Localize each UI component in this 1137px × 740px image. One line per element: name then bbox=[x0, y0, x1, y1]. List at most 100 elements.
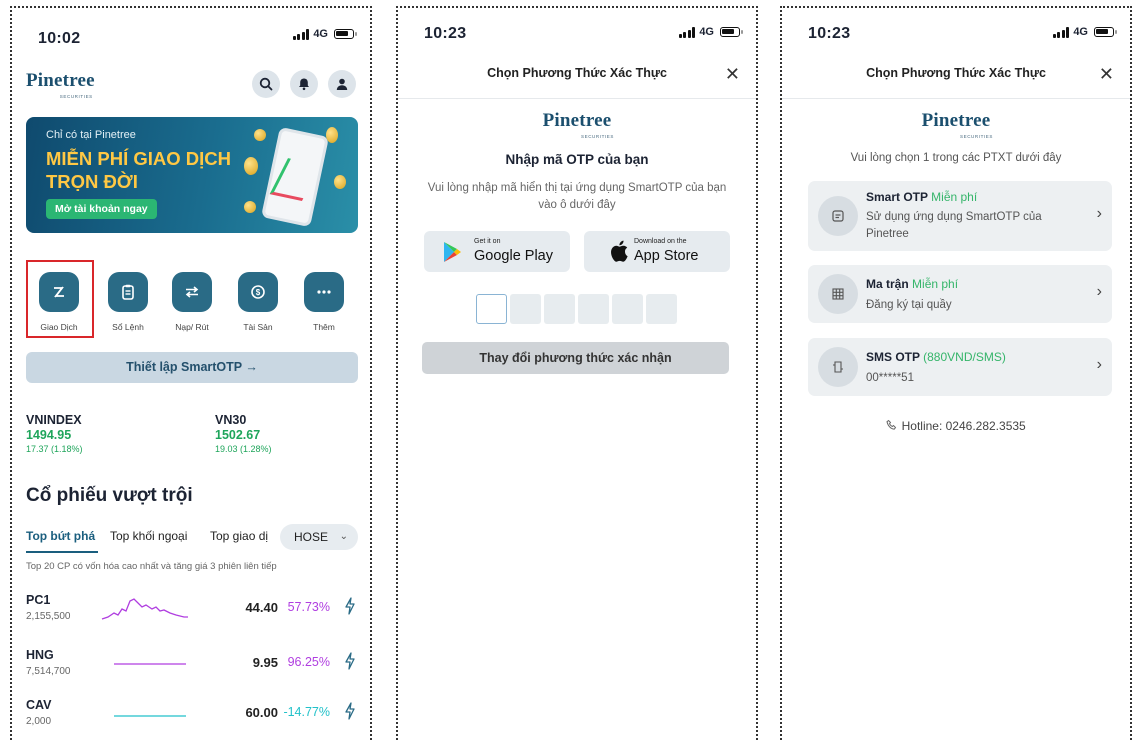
option-title: SMS OTP (880VND/SMS) bbox=[866, 350, 1006, 364]
stock-symbol: PC1 bbox=[26, 593, 51, 607]
quick-action-more[interactable]: Thêm bbox=[302, 272, 346, 332]
phone-icon bbox=[886, 419, 897, 430]
stock-change: 96.25% bbox=[287, 655, 330, 669]
status-bar: 10:23 4G bbox=[782, 8, 1130, 58]
option-sms-otp[interactable]: SMS OTP (880VND/SMS) 00*****51 › bbox=[808, 338, 1112, 396]
exchange-select[interactable]: HOSE ⌄ bbox=[280, 524, 358, 550]
transfer-icon bbox=[172, 272, 212, 312]
app-store-button[interactable]: Download on the App Store bbox=[584, 231, 730, 272]
stock-row[interactable]: PC1 2,155,500 44.40 57.73% bbox=[26, 593, 358, 633]
otp-digit-input[interactable] bbox=[476, 294, 507, 324]
network-type: 4G bbox=[313, 28, 328, 40]
stock-volume: 2,000 bbox=[26, 716, 52, 727]
quick-action-label: Thêm bbox=[313, 322, 335, 332]
tab-top-foreign[interactable]: Top khối ngoại bbox=[110, 529, 187, 543]
open-account-button[interactable]: Mở tài khoản ngay bbox=[46, 199, 157, 219]
tab-top-trading[interactable]: Top giao dịch bbox=[210, 529, 268, 543]
lightning-icon[interactable] bbox=[344, 702, 356, 720]
option-desc: Sử dụng ứng dụng SmartOTP của Pinetree bbox=[866, 211, 1042, 240]
quick-action-label: Nạp/ Rút bbox=[175, 322, 209, 332]
battery-icon bbox=[1094, 27, 1117, 37]
change-method-button[interactable]: Thay đổi phương thức xác nhận bbox=[422, 342, 729, 374]
option-desc: 00*****51 bbox=[866, 372, 914, 384]
quick-action-trade[interactable]: Giao Dịch bbox=[37, 272, 81, 332]
otp-digit-input[interactable] bbox=[646, 294, 677, 324]
logo-text: Pinetree bbox=[542, 110, 612, 131]
user-icon bbox=[336, 78, 348, 90]
logo-subtext: SECURITIES bbox=[960, 134, 994, 139]
stock-price: 44.40 bbox=[245, 600, 278, 615]
notification-button[interactable] bbox=[290, 70, 318, 98]
trade-icon bbox=[39, 272, 79, 312]
close-icon[interactable]: ✕ bbox=[1099, 64, 1114, 85]
otp-digit-input[interactable] bbox=[612, 294, 643, 324]
stock-price: 9.95 bbox=[252, 655, 278, 670]
index-name: VN30 bbox=[215, 413, 247, 427]
close-icon[interactable]: ✕ bbox=[725, 64, 740, 85]
search-button[interactable] bbox=[252, 70, 280, 98]
index-change: 19.03 (1.28%) bbox=[215, 444, 272, 454]
stock-symbol: HNG bbox=[26, 648, 54, 662]
quick-action-label: Tài Sản bbox=[243, 322, 273, 332]
setup-smartotp-button[interactable]: Thiết lập SmartOTP → bbox=[26, 352, 358, 383]
coin-illustration bbox=[244, 201, 256, 213]
tab-top-breakout[interactable]: Top bứt phá bbox=[26, 529, 95, 543]
stock-price: 60.00 bbox=[245, 705, 278, 720]
signal-indicator: 4G bbox=[292, 28, 357, 40]
option-name: Smart OTP bbox=[866, 190, 928, 204]
header-actions bbox=[252, 70, 356, 98]
quick-action-order-book[interactable]: Sổ Lệnh bbox=[106, 272, 150, 332]
hotline[interactable]: Hotline: 0246.282.3535 bbox=[782, 419, 1130, 433]
otp-digit-input[interactable] bbox=[578, 294, 609, 324]
option-matrix[interactable]: Ma trận Miễn phí Đăng ký tại quầy › bbox=[808, 265, 1112, 323]
signal-icon bbox=[1052, 26, 1070, 38]
index-card-vn30[interactable]: VN30 1502.67 19.03 (1.28%) bbox=[215, 413, 272, 454]
quick-action-transfer[interactable]: Nạp/ Rút bbox=[170, 272, 214, 332]
option-smart-otp[interactable]: Smart OTP Miễn phí Sử dụng ứng dụng Smar… bbox=[808, 181, 1112, 251]
battery-icon bbox=[720, 27, 743, 37]
profile-button[interactable] bbox=[328, 70, 356, 98]
stock-volume: 2,155,500 bbox=[26, 611, 71, 622]
option-price: (880VND/SMS) bbox=[923, 350, 1006, 364]
banner-headline: MIỄN PHÍ GIAO DỊCH TRỌN ĐỜI bbox=[46, 148, 232, 192]
option-name: Ma trận bbox=[866, 277, 909, 291]
active-tab-indicator bbox=[26, 551, 98, 553]
promo-banner[interactable]: Chỉ có tại Pinetree MIỄN PHÍ GIAO DỊCH T… bbox=[26, 117, 358, 233]
hotline-text: Hotline: 0246.282.3535 bbox=[901, 419, 1026, 433]
option-name: SMS OTP bbox=[866, 350, 920, 364]
stock-row[interactable]: HNG 7,514,700 9.95 96.25% bbox=[26, 648, 358, 688]
section-title: Cổ phiếu vượt trội bbox=[26, 485, 193, 506]
option-title: Smart OTP Miễn phí bbox=[866, 190, 977, 204]
otp-digit-input[interactable] bbox=[544, 294, 575, 324]
lightning-icon[interactable] bbox=[344, 597, 356, 615]
phone-illustration bbox=[260, 126, 330, 228]
otp-digit-input[interactable] bbox=[510, 294, 541, 324]
index-value: 1494.95 bbox=[26, 428, 72, 442]
status-time: 10:23 bbox=[808, 25, 851, 42]
option-price: Miễn phí bbox=[931, 190, 978, 204]
home-screen: 10:02 4G Pinetree SECURITIES Chỉ có tại … bbox=[10, 6, 372, 740]
sparkline bbox=[101, 598, 188, 620]
modal-title: Chọn Phương Thức Xác Thực bbox=[866, 66, 1046, 80]
list-note: Top 20 CP có vốn hóa cao nhất và tăng gi… bbox=[26, 561, 277, 572]
search-icon bbox=[259, 77, 273, 91]
index-card-vnindex[interactable]: VNINDEX 1494.95 17.37 (1.18%) bbox=[26, 413, 83, 454]
status-bar: 10:02 4G bbox=[12, 8, 370, 58]
google-play-button[interactable]: Get it on Google Play bbox=[424, 231, 570, 272]
option-title: Ma trận Miễn phí bbox=[866, 277, 958, 291]
quick-action-assets[interactable]: $ Tài Sản bbox=[236, 272, 280, 332]
stock-row[interactable]: CAV 2,000 60.00 -14.77% bbox=[26, 698, 358, 738]
chevron-right-icon: › bbox=[1096, 356, 1102, 373]
stock-change: 57.73% bbox=[287, 600, 330, 614]
signal-icon bbox=[678, 26, 696, 38]
assets-icon: $ bbox=[238, 272, 278, 312]
logo-text: Pinetree bbox=[26, 70, 95, 91]
lightning-icon[interactable] bbox=[344, 652, 356, 670]
chevron-right-icon: › bbox=[1096, 283, 1102, 300]
stock-volume: 7,514,700 bbox=[26, 666, 71, 677]
logo-subtext: SECURITIES bbox=[581, 134, 615, 139]
logo-subtext: SECURITIES bbox=[59, 94, 93, 99]
quick-action-label: Giao Dịch bbox=[40, 322, 78, 332]
chevron-down-icon: ⌄ bbox=[339, 531, 348, 542]
coin-illustration bbox=[244, 157, 258, 175]
